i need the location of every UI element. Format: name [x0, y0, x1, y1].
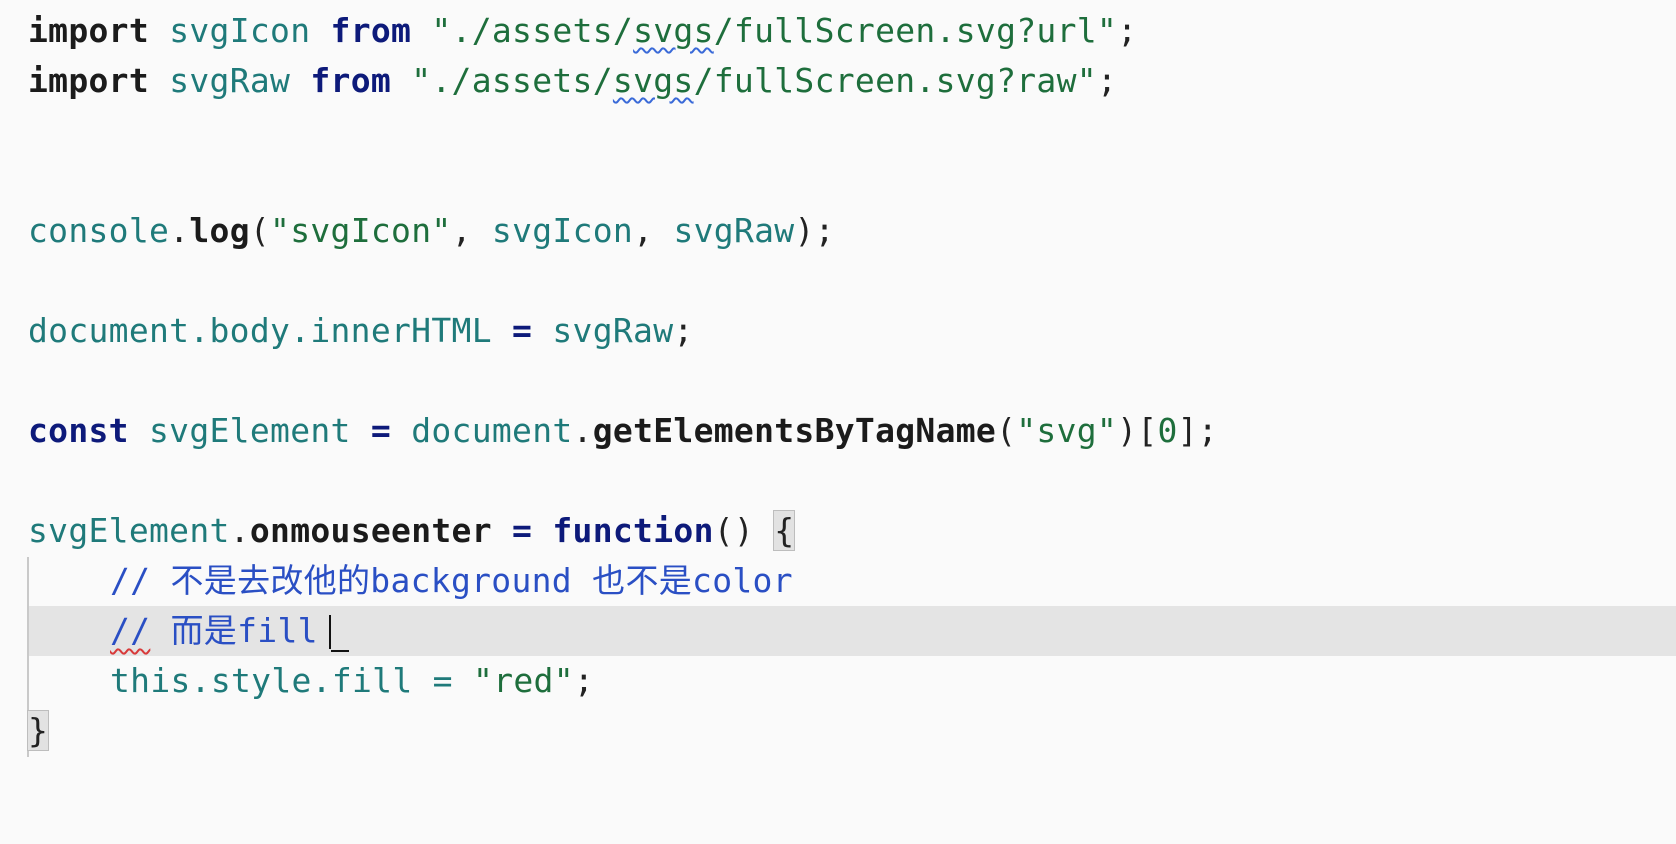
- keyword-import: import: [28, 11, 150, 50]
- identifier-svgicon: svgIcon: [169, 11, 311, 50]
- spellcheck-squiggle: svgs: [633, 11, 714, 50]
- comment: 而是fill: [150, 611, 318, 650]
- code-line-onmouseenter[interactable]: svgElement.onmouseenter = function() {: [28, 506, 796, 556]
- matching-brace-close: }: [26, 710, 50, 751]
- keyword-function: function: [552, 511, 714, 550]
- matching-brace-open: {: [773, 510, 796, 551]
- code-line-style-fill[interactable]: this.style.fill = "red";: [110, 656, 594, 706]
- caret-underline: [331, 650, 349, 652]
- keyword-const: const: [28, 411, 129, 450]
- code-line-const-svg-element[interactable]: const svgElement = document.getElementsB…: [28, 406, 1218, 456]
- code-line-close-brace[interactable]: }: [26, 706, 50, 756]
- code-line-import-svgraw[interactable]: import svgRaw from "./assets/svgs/fullSc…: [28, 56, 1117, 106]
- comment: // 不是去改他的background 也不是color: [110, 561, 793, 600]
- property-onmouseenter: onmouseenter: [249, 511, 492, 550]
- method-get-elements-by-tag-name: getElementsByTagName: [592, 411, 997, 450]
- spellcheck-error-squiggle: //: [110, 611, 151, 650]
- import-path: "./assets/svgs/fullScreen.svg?url": [431, 11, 1118, 50]
- code-editor[interactable]: import svgIcon from "./assets/svgs/fullS…: [0, 0, 1676, 844]
- identifier-svgraw: svgRaw: [169, 61, 291, 100]
- keyword-from: from: [330, 11, 412, 50]
- code-line-import-svgicon[interactable]: import svgIcon from "./assets/svgs/fullS…: [28, 6, 1137, 56]
- keyword-from: from: [310, 61, 392, 100]
- import-path: "./assets/svgs/fullScreen.svg?raw": [411, 61, 1097, 100]
- code-line-comment-1[interactable]: // 不是去改他的background 也不是color: [110, 556, 793, 606]
- code-line-inner-html[interactable]: document.body.innerHTML = svgRaw;: [28, 306, 694, 356]
- text-caret: [329, 615, 331, 649]
- code-line-console-log[interactable]: console.log("svgIcon", svgIcon, svgRaw);: [28, 206, 835, 256]
- keyword-import: import: [28, 61, 150, 100]
- method-log: log: [189, 211, 250, 250]
- code-line-comment-2[interactable]: // 而是fill: [110, 606, 318, 656]
- spellcheck-squiggle: svgs: [612, 61, 694, 100]
